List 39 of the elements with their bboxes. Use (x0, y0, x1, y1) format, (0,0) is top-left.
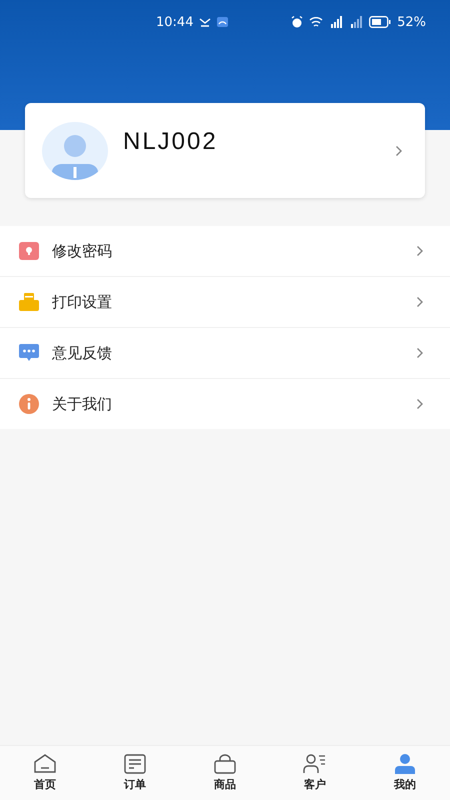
document-icon (124, 754, 146, 774)
chat-icon (19, 344, 39, 362)
avatar-icon (42, 122, 108, 180)
alarm-icon (291, 16, 304, 28)
battery-icon (369, 16, 392, 28)
wifi-icon (309, 16, 324, 28)
user-icon (394, 754, 416, 774)
status-time: 10:44 (156, 14, 194, 30)
menu-item[interactable]: 关于我们 (0, 379, 450, 429)
username: NLJ002 (123, 128, 219, 156)
bag-icon (214, 754, 236, 774)
chevron-icon (416, 398, 424, 410)
user-list-icon (303, 754, 327, 774)
menu-item[interactable]: 意见反馈 (0, 328, 450, 379)
app-icon (217, 17, 228, 27)
profile-card[interactable]: NLJ002 (25, 103, 425, 198)
menu-label: 修改密码 (52, 242, 113, 260)
notification-icon (199, 17, 212, 27)
tab-item[interactable]: 首页 (0, 746, 90, 800)
tab-item[interactable]: 订单 (90, 746, 180, 800)
menu-label: 关于我们 (52, 394, 113, 414)
tab-item[interactable]: 商品 (180, 746, 270, 800)
chevron-icon (416, 245, 424, 257)
battery-percentage: 52% (397, 14, 426, 30)
info-icon (19, 394, 39, 414)
menu-item[interactable]: 打印设置 (0, 277, 450, 328)
chevron-icon (416, 296, 424, 308)
signal-icon (349, 16, 364, 28)
menu-item[interactable]: 修改密码 (0, 226, 450, 277)
tab-item[interactable]: 客户 (270, 746, 360, 800)
signal-icon (329, 16, 344, 28)
lock-icon (19, 242, 39, 260)
tab-item[interactable]: 我的 (360, 746, 450, 800)
menu-label: 打印设置 (52, 292, 113, 312)
chevron-icon (395, 144, 403, 156)
printer-icon (19, 293, 39, 311)
chevron-icon (416, 347, 424, 359)
menu-label: 意见反馈 (52, 344, 113, 362)
home-icon (33, 754, 57, 774)
